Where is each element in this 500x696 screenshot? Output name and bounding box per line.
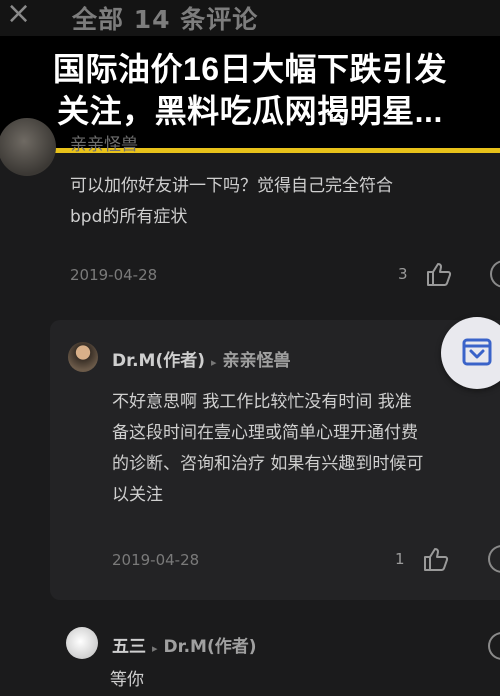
avatar[interactable]: [68, 342, 98, 372]
comment-text-line: bpd的所有症状: [70, 207, 188, 227]
comment-text-line: 可以加你好友讲一下吗？觉得自己完全符合: [70, 176, 393, 196]
comment-date: 2019-04-28: [70, 266, 158, 284]
reply-header: Dr.M(作者) ▸ 亲亲怪兽: [112, 346, 291, 371]
comment-username[interactable]: 亲亲怪兽: [70, 130, 138, 155]
reply-author[interactable]: Dr.M(作者): [112, 351, 205, 371]
reply-bubble-icon[interactable]: [490, 260, 500, 288]
reply-text-line: 的诊断、咨询和治疗 如果有兴趣到时候可: [112, 454, 424, 474]
thumbs-up-icon[interactable]: [422, 545, 450, 573]
comment-text: 可以加你好友讲一下吗？觉得自己完全符合 bpd的所有症状: [70, 171, 500, 233]
avatar[interactable]: [0, 118, 56, 176]
reply-date: 2019-04-28: [112, 551, 200, 569]
third-comment-header: 五三 ▸ Dr.M(作者): [112, 632, 257, 657]
third-comment-text: 等你: [110, 670, 144, 690]
reply-text-line: 不好意思啊 我工作比较忙没有时间 我准: [112, 392, 412, 412]
third-author[interactable]: 五三: [112, 637, 146, 657]
reply-bubble-icon[interactable]: [488, 632, 500, 660]
reply-arrow-icon: ▸: [211, 356, 217, 369]
close-icon[interactable]: ×: [6, 0, 31, 31]
thumbs-up-icon[interactable]: [425, 260, 453, 288]
reply-text-line: 以关注: [112, 485, 163, 505]
page-title: 全部 14 条评论: [72, 5, 259, 34]
reply-to-username[interactable]: 亲亲怪兽: [223, 351, 291, 371]
avatar[interactable]: [66, 627, 98, 659]
banner-headline-line2: 关注，黑料吃瓜网揭明星...: [57, 93, 443, 129]
top-bar: × 全部 14 条评论: [0, 0, 500, 36]
like-count: 1: [395, 550, 405, 568]
third-reply-to[interactable]: Dr.M(作者): [164, 637, 257, 657]
reply-arrow-icon: ▸: [152, 642, 158, 655]
reply-text-line: 备这段时间在壹心理或简单心理开通付费: [112, 423, 418, 443]
like-count: 3: [398, 265, 408, 283]
inbox-down-icon: [462, 338, 492, 366]
banner-headline-line1: 国际油价16日大幅下跌引发: [52, 51, 448, 87]
reply-text: 不好意思啊 我工作比较忙没有时间 我准 备这段时间在壹心理或简单心理开通付费 的…: [112, 387, 500, 511]
